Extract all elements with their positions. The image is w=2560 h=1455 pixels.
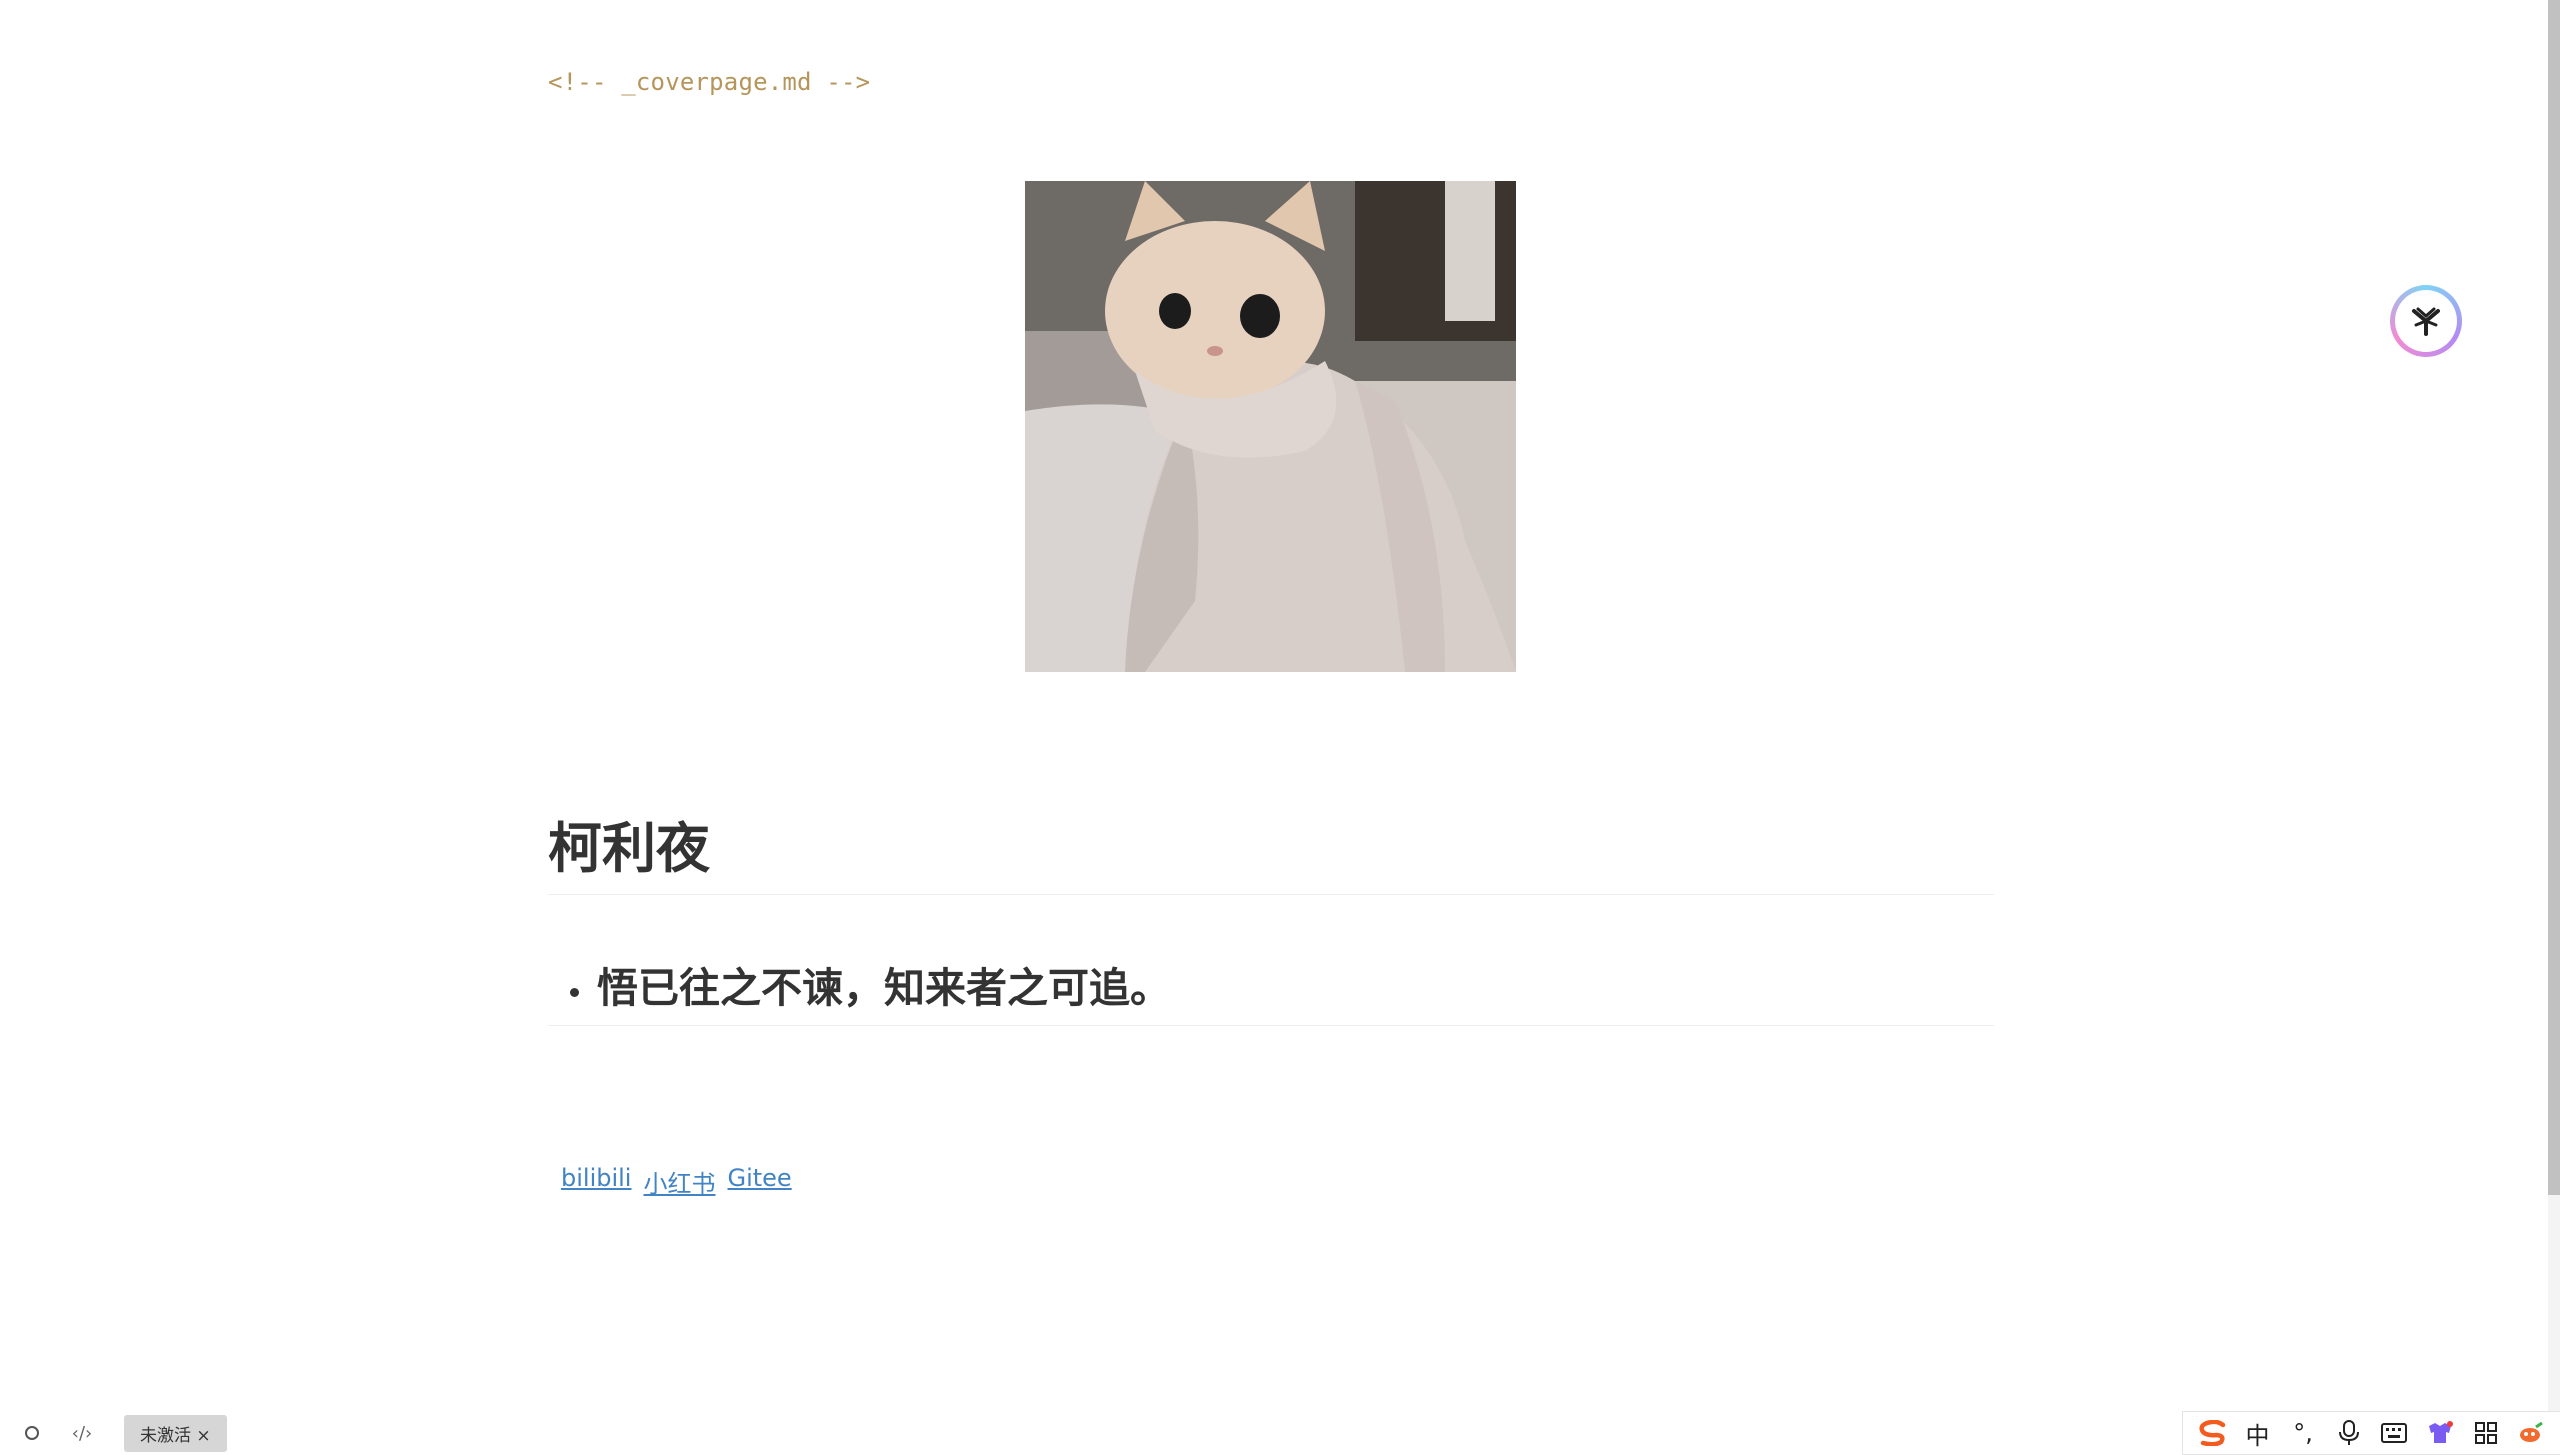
heading-motto: 悟已往之不谏，知来者之可追。 (597, 964, 1171, 1012)
toolbox-icon[interactable] (2514, 1416, 2548, 1450)
heading-title: 柯利夜 (548, 817, 1994, 896)
skin-icon[interactable] (2423, 1416, 2457, 1450)
assistant-floating-button[interactable] (2390, 285, 2462, 357)
scrollbar-thumb[interactable] (2548, 0, 2560, 1195)
heading-motto-row: 悟已往之不谏，知来者之可追。 (548, 964, 1994, 1027)
vertical-scrollbar[interactable] (2548, 0, 2560, 1455)
mic-icon[interactable] (2332, 1416, 2366, 1450)
link-xiaohongshu[interactable]: 小红书 (643, 1164, 715, 1199)
punctuation-toggle[interactable]: °, (2286, 1416, 2320, 1450)
bullet-icon (570, 988, 579, 998)
inactive-badge[interactable]: 未激活 × (124, 1414, 227, 1452)
keyboard-icon[interactable] (2377, 1416, 2411, 1450)
status-bar-left: ‹/› 未激活 × (12, 1411, 227, 1455)
cat-photo (1025, 181, 1516, 672)
html-comment: <!-- _coverpage.md --> (548, 68, 871, 96)
source-code-icon[interactable]: ‹/› (62, 1413, 102, 1453)
outline-toggle-icon[interactable] (12, 1413, 52, 1453)
link-bilibili[interactable]: bilibili (561, 1164, 631, 1199)
social-links: bilibili 小红书 Gitee (561, 1164, 792, 1199)
ime-toolbar: 中 °, (2182, 1411, 2560, 1455)
sogou-logo-icon[interactable] (2195, 1416, 2229, 1450)
grid-icon[interactable] (2469, 1416, 2503, 1450)
assistant-logo-icon (2395, 290, 2457, 352)
cover-image (1025, 181, 1516, 672)
ime-mode-toggle[interactable]: 中 (2240, 1416, 2274, 1450)
link-gitee[interactable]: Gitee (727, 1164, 791, 1199)
